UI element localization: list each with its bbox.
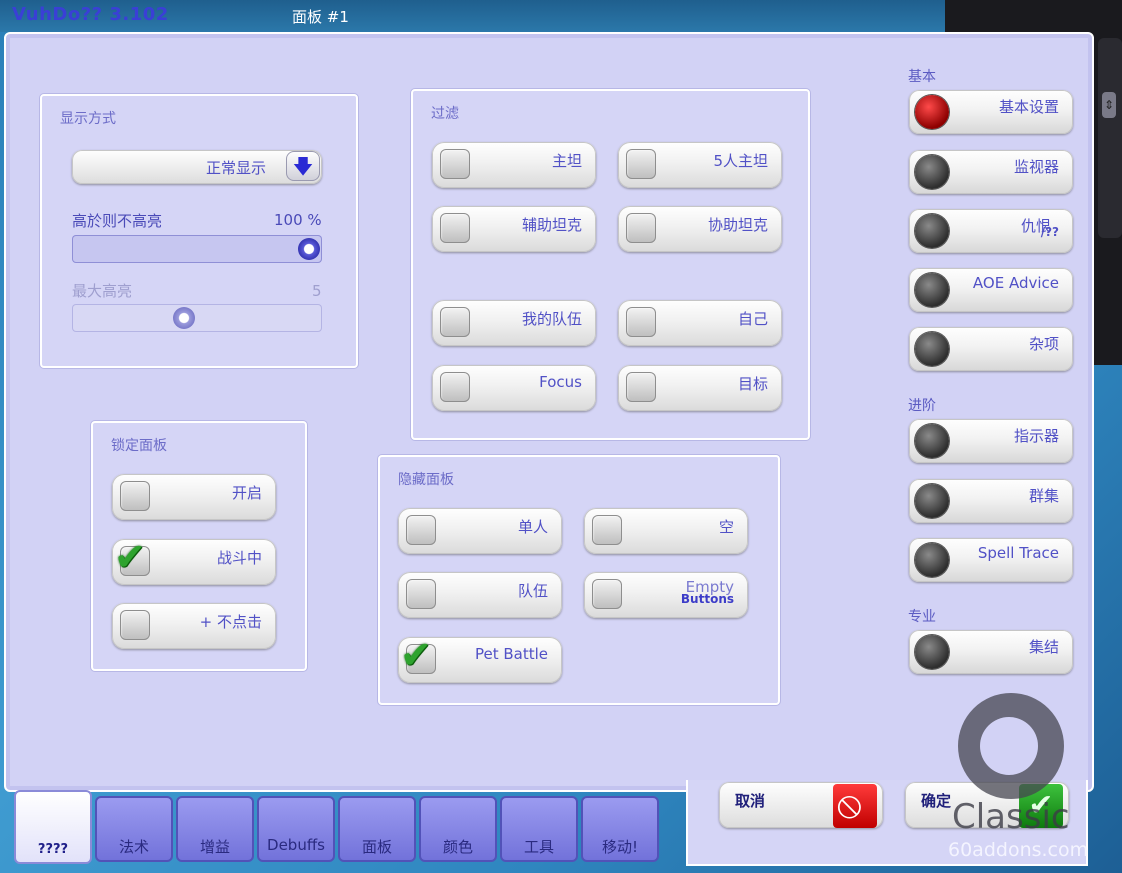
filter-main-tank-toggle[interactable]: 主坦 [432, 142, 596, 188]
filter-my-group-toggle[interactable]: 我的队伍 [432, 300, 596, 346]
filter-self-toggle[interactable]: 自己 [618, 300, 782, 346]
hide-party-toggle[interactable]: 队伍 [398, 572, 562, 618]
tab-spells[interactable]: 法术 [95, 796, 173, 862]
tab-tools[interactable]: 工具 [500, 796, 578, 862]
checkmark-icon: ✔ [114, 535, 146, 579]
nav-misc[interactable]: 杂项 [909, 327, 1073, 371]
slider-knob-icon [173, 307, 195, 329]
nav-threat[interactable]: 仇恨 /?? [909, 209, 1073, 253]
hide-solo-toggle[interactable]: 单人 [398, 508, 562, 554]
max-highlight-label: 最大高亮 [72, 282, 133, 300]
checkbox-icon [626, 307, 656, 337]
lock-group-title: 锁定面板 [111, 438, 167, 454]
checkbox-icon [120, 481, 150, 511]
radio-icon [915, 543, 949, 577]
tab-debuffs[interactable]: Debuffs [257, 796, 335, 862]
lock-in-combat-toggle[interactable]: ✔ 战斗中 [112, 535, 276, 585]
nav-monitors[interactable]: 监视器 [909, 150, 1073, 194]
checkbox-icon [626, 149, 656, 179]
filter-target-toggle[interactable]: 目标 [618, 365, 782, 411]
highlight-value: 100 % [274, 211, 322, 229]
tab-move[interactable]: 移动! [581, 796, 659, 862]
radio-icon [915, 332, 949, 366]
checkbox-icon [440, 213, 470, 243]
radio-icon [915, 273, 949, 307]
nav-basic-settings[interactable]: 基本设置 [909, 90, 1073, 134]
nav-advanced-heading: 进阶 [908, 398, 936, 414]
display-group-title: 显示方式 [60, 111, 116, 127]
checkbox-icon [406, 515, 436, 545]
filter-help-tank-toggle[interactable]: 协助坦克 [618, 206, 782, 252]
watermark-logo-inner [980, 717, 1038, 775]
nav-spell-trace[interactable]: Spell Trace [909, 538, 1073, 582]
watermark-brand: Classic [952, 797, 1070, 837]
radio-icon [915, 214, 949, 248]
checkbox-icon [440, 307, 470, 337]
max-highlight-value: 5 [312, 282, 322, 300]
checkbox-icon [440, 372, 470, 402]
checkbox-icon [120, 610, 150, 640]
lock-enable-toggle[interactable]: 开启 [112, 474, 276, 520]
tab-colors[interactable]: 颜色 [419, 796, 497, 862]
app-title: VuhDo?? 3.102 [12, 4, 169, 25]
checkbox-icon [626, 213, 656, 243]
slider-knob-icon[interactable] [298, 238, 320, 260]
display-mode-value: 正常显示 [205, 159, 266, 177]
cancel-icon [833, 782, 877, 828]
lock-no-click-toggle[interactable]: + 不点击 [112, 603, 276, 649]
checkbox-icon [592, 579, 622, 609]
checkbox-icon [440, 149, 470, 179]
filter-group-title: 过滤 [431, 106, 459, 122]
chevron-down-icon[interactable]: 🡇 [286, 151, 320, 181]
checkbox-icon [592, 515, 622, 545]
filter-5man-tank-toggle[interactable]: 5人主坦 [618, 142, 782, 188]
nav-expert-heading: 专业 [908, 609, 936, 625]
radio-icon [915, 635, 949, 669]
watermark-site: 60addons.com [948, 839, 1089, 861]
max-highlight-slider [72, 304, 322, 332]
filter-focus-toggle[interactable]: Focus [432, 365, 596, 411]
checkbox-icon [406, 579, 436, 609]
nav-basic-heading: 基本 [908, 69, 936, 85]
tab-buffs[interactable]: 增益 [176, 796, 254, 862]
radio-icon [915, 155, 949, 189]
tab-general[interactable]: ???? [14, 790, 92, 864]
highlight-slider[interactable] [72, 235, 322, 263]
checkmark-icon: ✔ [400, 633, 432, 677]
nav-rally[interactable]: 集结 [909, 630, 1073, 674]
radio-icon [915, 484, 949, 518]
nav-clusters[interactable]: 群集 [909, 479, 1073, 523]
nav-aoe-advice[interactable]: AOE Advice [909, 268, 1073, 312]
scrollbar[interactable] [1098, 38, 1122, 238]
cancel-button[interactable]: 取消 [719, 782, 883, 828]
radio-icon [915, 424, 949, 458]
radio-active-icon [915, 95, 949, 129]
tab-panels[interactable]: 面板 [338, 796, 416, 862]
scroll-thumb[interactable]: ⇕ [1102, 92, 1116, 118]
display-mode-dropdown[interactable]: 正常显示 🡇 [72, 150, 322, 184]
filter-assist-tank-toggle[interactable]: 辅助坦克 [432, 206, 596, 252]
hide-group-title: 隐藏面板 [398, 472, 454, 488]
checkbox-icon [626, 372, 656, 402]
watermark: Classic 60addons.com [944, 693, 1104, 873]
nav-indicators[interactable]: 指示器 [909, 419, 1073, 463]
hide-empty-toggle[interactable]: 空 [584, 508, 748, 554]
highlight-label: 高於则不高亮 [72, 212, 163, 230]
hide-empty-buttons-toggle[interactable]: Empty Buttons [584, 572, 748, 618]
panel-title: 面板 #1 [292, 8, 349, 26]
hide-pet-battle-toggle[interactable]: ✔ Pet Battle [398, 633, 562, 683]
